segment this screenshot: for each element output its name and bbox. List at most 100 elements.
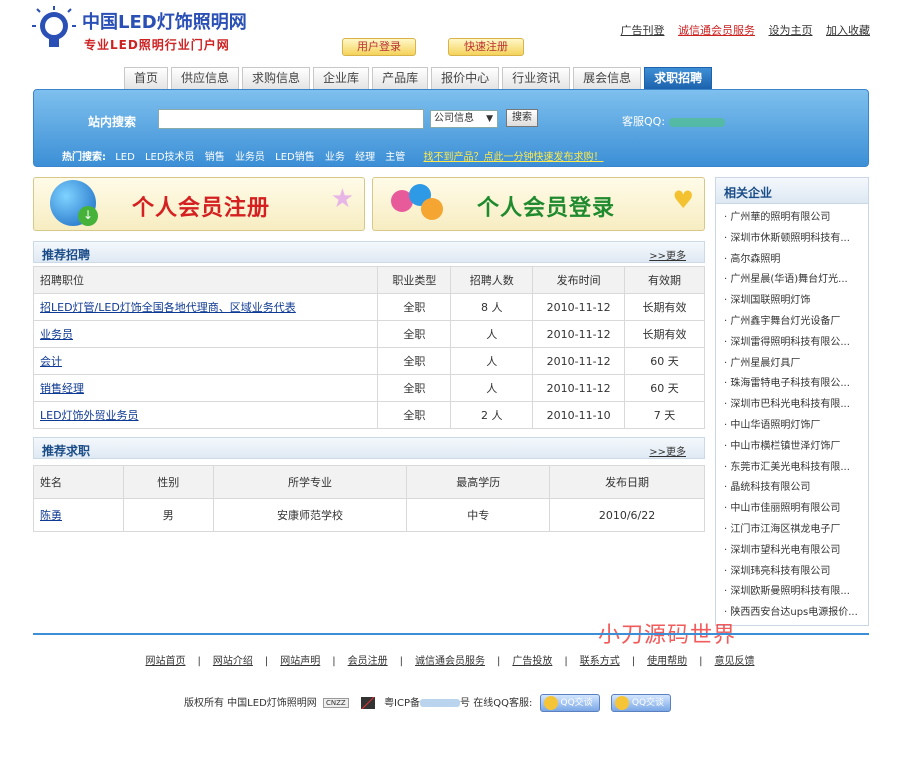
company-link[interactable]: 深圳欧斯曼照明科技有限... (730, 586, 850, 597)
list-item[interactable]: · 深圳欧斯曼照明科技有限... (724, 582, 868, 603)
member-login-banner[interactable]: 个人会员登录 ♥ (372, 177, 705, 231)
hot-keyword[interactable]: 经理 (355, 152, 375, 163)
hot-keyword[interactable]: LED技术员 (145, 152, 195, 163)
search-button[interactable]: 搜索 (506, 109, 538, 127)
job-title-link[interactable]: 会计 (40, 355, 62, 368)
footer-link-statement[interactable]: 网站声明 (280, 656, 320, 667)
membership-link[interactable]: 诚信通会员服务 (678, 24, 755, 37)
table-header-row: 姓名 性别 所学专业 最高学历 发布日期 (33, 465, 705, 499)
list-item[interactable]: · 高尔森照明 (724, 250, 868, 271)
list-item[interactable]: · 深圳市望科光电有限公司 (724, 541, 868, 562)
company-link[interactable]: 深圳玮亮科技有限公司 (730, 566, 830, 577)
company-link[interactable]: 广州鑫宇舞台灯光设备厂 (730, 316, 840, 327)
user-login-button[interactable]: 用户登录 (342, 38, 416, 56)
list-item[interactable]: · 中山华语照明灯饰厂 (724, 416, 868, 437)
table-cell: 2 人 (450, 401, 534, 429)
company-link[interactable]: 广州華的照明有限公司 (730, 212, 830, 223)
list-item[interactable]: · 广州鑫宇舞台灯光设备厂 (724, 312, 868, 333)
footer-link-about[interactable]: 网站介绍 (213, 656, 253, 667)
table-cell: 全职 (377, 347, 452, 375)
site-logo[interactable]: 中国LED灯饰照明网 专业LED照明行业门户网 (32, 6, 272, 58)
list-item[interactable]: · 中山市横栏镇世泽灯饰厂 (724, 437, 868, 458)
company-link[interactable]: 晶统科技有限公司 (730, 482, 810, 493)
company-list: · 广州華的照明有限公司 · 深圳市休斯顿照明科技有... · 高尔森照明 · … (716, 204, 868, 624)
tab-exhibitions[interactable]: 展会信息 (573, 67, 642, 89)
hot-keyword[interactable]: LED销售 (275, 152, 315, 163)
tab-home[interactable]: 首页 (124, 67, 169, 89)
table-cell: 2010-11-12 (532, 320, 626, 348)
hot-keyword[interactable]: 业务员 (235, 152, 265, 163)
company-link[interactable]: 中山华语照明灯饰厂 (730, 420, 820, 431)
search-category-value: 公司信息 (434, 113, 474, 124)
qq-chat-button[interactable]: QQ交谈 (539, 694, 600, 712)
jobs-table: 招聘职位 职业类型 招聘人数 发布时间 有效期 招LED灯管/LED灯饰全国各地… (32, 266, 705, 429)
cnzz-badge[interactable]: CNZZ (322, 698, 349, 708)
tab-jobs[interactable]: 求职招聘 (644, 67, 713, 89)
company-link[interactable]: 深圳雷得照明科技有限公... (730, 337, 850, 348)
footer-link-help[interactable]: 使用帮助 (647, 656, 687, 667)
list-item[interactable]: · 深圳雷得照明科技有限公... (724, 333, 868, 354)
company-link[interactable]: 珠海雷特电子科技有限公... (730, 378, 850, 389)
footer-link-register[interactable]: 会员注册 (348, 656, 388, 667)
tab-products[interactable]: 产品库 (372, 67, 429, 89)
tab-supply[interactable]: 供应信息 (171, 67, 240, 89)
company-link[interactable]: 高尔森照明 (730, 254, 780, 265)
company-link[interactable]: 中山市横栏镇世泽灯饰厂 (730, 441, 840, 452)
member-register-banner[interactable]: ↓ 个人会员注册 ★ (33, 177, 365, 231)
list-item[interactable]: · 深圳国联照明灯饰 (724, 291, 868, 312)
tab-purchase[interactable]: 求购信息 (242, 67, 311, 89)
tab-companies[interactable]: 企业库 (313, 67, 370, 89)
list-item[interactable]: · 深圳玮亮科技有限公司 (724, 562, 868, 583)
table-cell: 人 (450, 374, 534, 402)
quick-register-button[interactable]: 快速注册 (448, 38, 524, 56)
company-link[interactable]: 东莞市汇美光电科技有限... (730, 462, 850, 473)
company-link[interactable]: 深圳国联照明灯饰 (730, 295, 810, 306)
seeker-name-link[interactable]: 陈勇 (40, 509, 62, 522)
hot-keyword[interactable]: 业务 (325, 152, 345, 163)
column-header: 职业类型 (377, 266, 452, 294)
list-item[interactable]: · 江门市江海区祺龙电子厂 (724, 520, 868, 541)
job-title-link[interactable]: LED灯饰外贸业务员 (40, 409, 139, 422)
list-item[interactable]: · 东莞市汇美光电科技有限... (724, 458, 868, 479)
list-item[interactable]: · 中山市佳丽照明有限公司 (724, 499, 868, 520)
list-item[interactable]: · 广州星晨(华语)舞台灯光... (724, 270, 868, 291)
seekers-more-link[interactable]: >>更多 (649, 443, 686, 458)
hot-keyword[interactable]: 销售 (205, 152, 225, 163)
footer-link-feedback[interactable]: 意见反馈 (715, 656, 755, 667)
company-link[interactable]: 中山市佳丽照明有限公司 (730, 503, 840, 514)
job-title-link[interactable]: 销售经理 (40, 382, 84, 395)
list-item[interactable]: · 珠海雷特电子科技有限公... (724, 374, 868, 395)
search-category-select[interactable]: 公司信息 ▼ (430, 110, 498, 128)
list-item[interactable]: · 深圳市巴科光电科技有限... (724, 395, 868, 416)
jobs-more-link[interactable]: >>更多 (649, 247, 686, 262)
hot-keyword[interactable]: 主管 (385, 152, 405, 163)
hot-keyword[interactable]: LED (115, 152, 135, 163)
company-link[interactable]: 深圳市休斯顿照明科技有... (730, 233, 850, 244)
ad-link[interactable]: 广告刊登 (621, 24, 665, 37)
company-link[interactable]: 江门市江海区祺龙电子厂 (730, 524, 840, 535)
footer-link-contact[interactable]: 联系方式 (580, 656, 620, 667)
job-title-link[interactable]: 招LED灯管/LED灯饰全国各地代理商、区域业务代表 (40, 301, 296, 314)
separator: | (332, 656, 336, 667)
tab-quotes[interactable]: 报价中心 (431, 67, 500, 89)
list-item[interactable]: · 广州星晨灯具厂 (724, 354, 868, 375)
footer-link-home[interactable]: 网站首页 (146, 656, 186, 667)
job-title-link[interactable]: 业务员 (40, 328, 73, 341)
company-link[interactable]: 广州星晨(华语)舞台灯光... (730, 274, 847, 285)
company-link[interactable]: 深圳市望科光电有限公司 (730, 545, 840, 556)
search-input[interactable] (158, 109, 424, 129)
list-item[interactable]: · 广州華的照明有限公司 (724, 208, 868, 229)
qq-chat-button[interactable]: QQ交谈 (610, 694, 672, 712)
company-link[interactable]: 深圳市巴科光电科技有限... (730, 399, 850, 410)
tab-news[interactable]: 行业资讯 (502, 67, 571, 89)
list-item[interactable]: · 晶统科技有限公司 (724, 478, 868, 499)
post-request-link[interactable]: 找不到产品？点此一分钟快速发布求购！ (423, 152, 603, 163)
add-favorite-link[interactable]: 加入收藏 (826, 24, 870, 37)
footer-link-ads[interactable]: 广告投放 (512, 656, 552, 667)
list-item[interactable]: · 陕西西安台达ups电源报价... (724, 603, 868, 624)
set-homepage-link[interactable]: 设为主页 (769, 24, 813, 37)
list-item[interactable]: · 深圳市休斯顿照明科技有... (724, 229, 868, 250)
company-link[interactable]: 广州星晨灯具厂 (730, 358, 800, 369)
company-link[interactable]: 陕西西安台达ups电源报价... (730, 607, 857, 618)
footer-link-membership[interactable]: 诚信通会员服务 (415, 656, 485, 667)
